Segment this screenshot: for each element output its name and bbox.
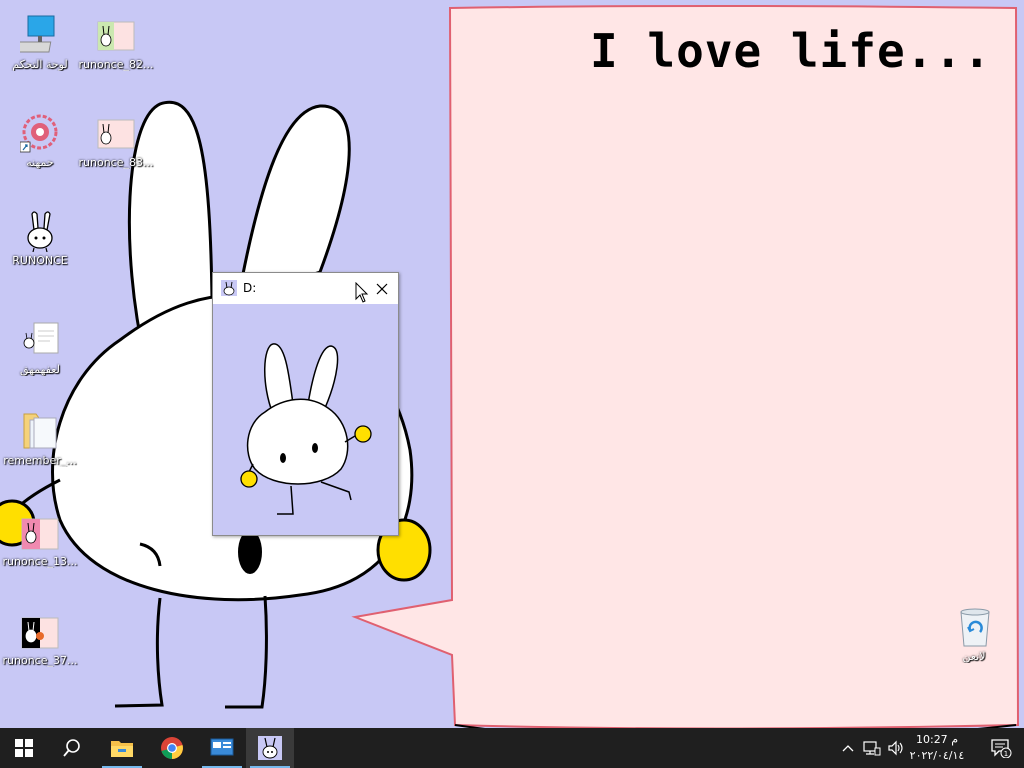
desktop-icon-control-panel[interactable]: لوحة التحكم [0,4,80,96]
start-icon [15,739,33,757]
desktop-icon-label: runonce_13... [2,555,78,568]
desktop-icon-runonce-37[interactable]: runonce_37... [0,600,80,692]
start-button[interactable] [0,728,48,768]
recycle-bin-icon [960,608,990,647]
desktop-icon-runonce[interactable]: RUNONCE [0,200,80,292]
bunny-app-icon [221,280,237,296]
desktop-icon-label: runonce_83... [78,156,154,169]
desktop-icon-label: حمهنه [26,156,54,169]
image-file-icon [97,21,135,51]
bunny-right-ear [236,104,351,303]
taskbar-control-panel[interactable] [198,728,246,768]
clock-date: ٢٠٢٢/٠٤/١٤ [909,749,965,762]
desktop-icon-label: لانعن [962,650,986,663]
close-icon [376,283,388,294]
bunny-popup-window[interactable]: D: [212,272,399,536]
desktop-icon-runonce-83[interactable]: runonce_83... [76,102,156,194]
popup-title-bar[interactable]: D: [213,273,398,304]
chevron-up-icon [842,745,854,752]
wallpaper-message: I love life... [590,24,992,78]
tray-clock[interactable]: 10:27 م ٢٠٢٢/٠٤/١٤ [902,732,972,764]
file-explorer-icon [111,741,133,757]
bunny-illustration [240,343,372,515]
desktop-icon-runonce-13[interactable]: runonce_13... [0,501,80,593]
desktop-icon-label: runonce_82... [78,58,154,71]
search-icon [63,739,80,757]
desktop-icon-runonce-82[interactable]: runonce_82... [76,4,156,96]
control-panel-icon [210,738,234,756]
taskbar-file-explorer[interactable] [98,728,146,768]
speech-bubble [351,5,1020,728]
desktop-icon-label: RUNONCE [12,254,68,267]
folder-icon [23,413,57,449]
desktop-icon-flower[interactable]: حمهنه [0,102,80,194]
desktop-icon-label: runonce_37... [2,654,78,667]
image-file-icon [21,518,59,550]
clock-time: 10:27 م [915,733,958,746]
mouse-cursor-icon [355,282,369,303]
flower-shortcut-icon [20,114,58,153]
desktop-icon-document[interactable]: لعفهمهق [0,309,80,401]
image-file-icon [97,119,135,149]
bunny-app-icon [258,736,282,760]
action-center-button[interactable]: 1 [978,728,1024,768]
notification-count: 1 [1004,750,1008,758]
desktop-icon-recycle-bin[interactable]: لانعن [950,596,1000,688]
computer-icon [20,15,55,53]
image-file-icon [21,617,59,649]
desktop-icon-label: لوحة التحكم [12,58,68,71]
desktop-icon-label: remember_... [3,454,77,467]
taskbar-chrome[interactable] [148,728,196,768]
document-icon [23,322,59,354]
notification-icon: 1 [991,739,1012,758]
popup-title: D: [243,281,257,295]
popup-body [213,304,398,535]
desktop-icon-remember-folder[interactable]: remember_... [0,400,80,492]
taskbar-bunny-app[interactable] [246,728,294,768]
popup-close-button[interactable] [366,273,398,304]
search-button[interactable] [48,728,96,768]
bunny-icon [27,211,53,252]
tray-network[interactable] [860,728,884,768]
desktop[interactable]: I love life... لوحة التحكم runonce_82...… [0,0,1024,728]
desktop-icon-label: لعفهمهق [20,363,60,376]
chrome-icon [161,737,183,759]
taskbar: 10:27 م ٢٠٢٢/٠٤/١٤ 1 [0,728,1024,768]
network-icon [863,741,881,756]
tray-show-hidden[interactable] [838,728,858,768]
